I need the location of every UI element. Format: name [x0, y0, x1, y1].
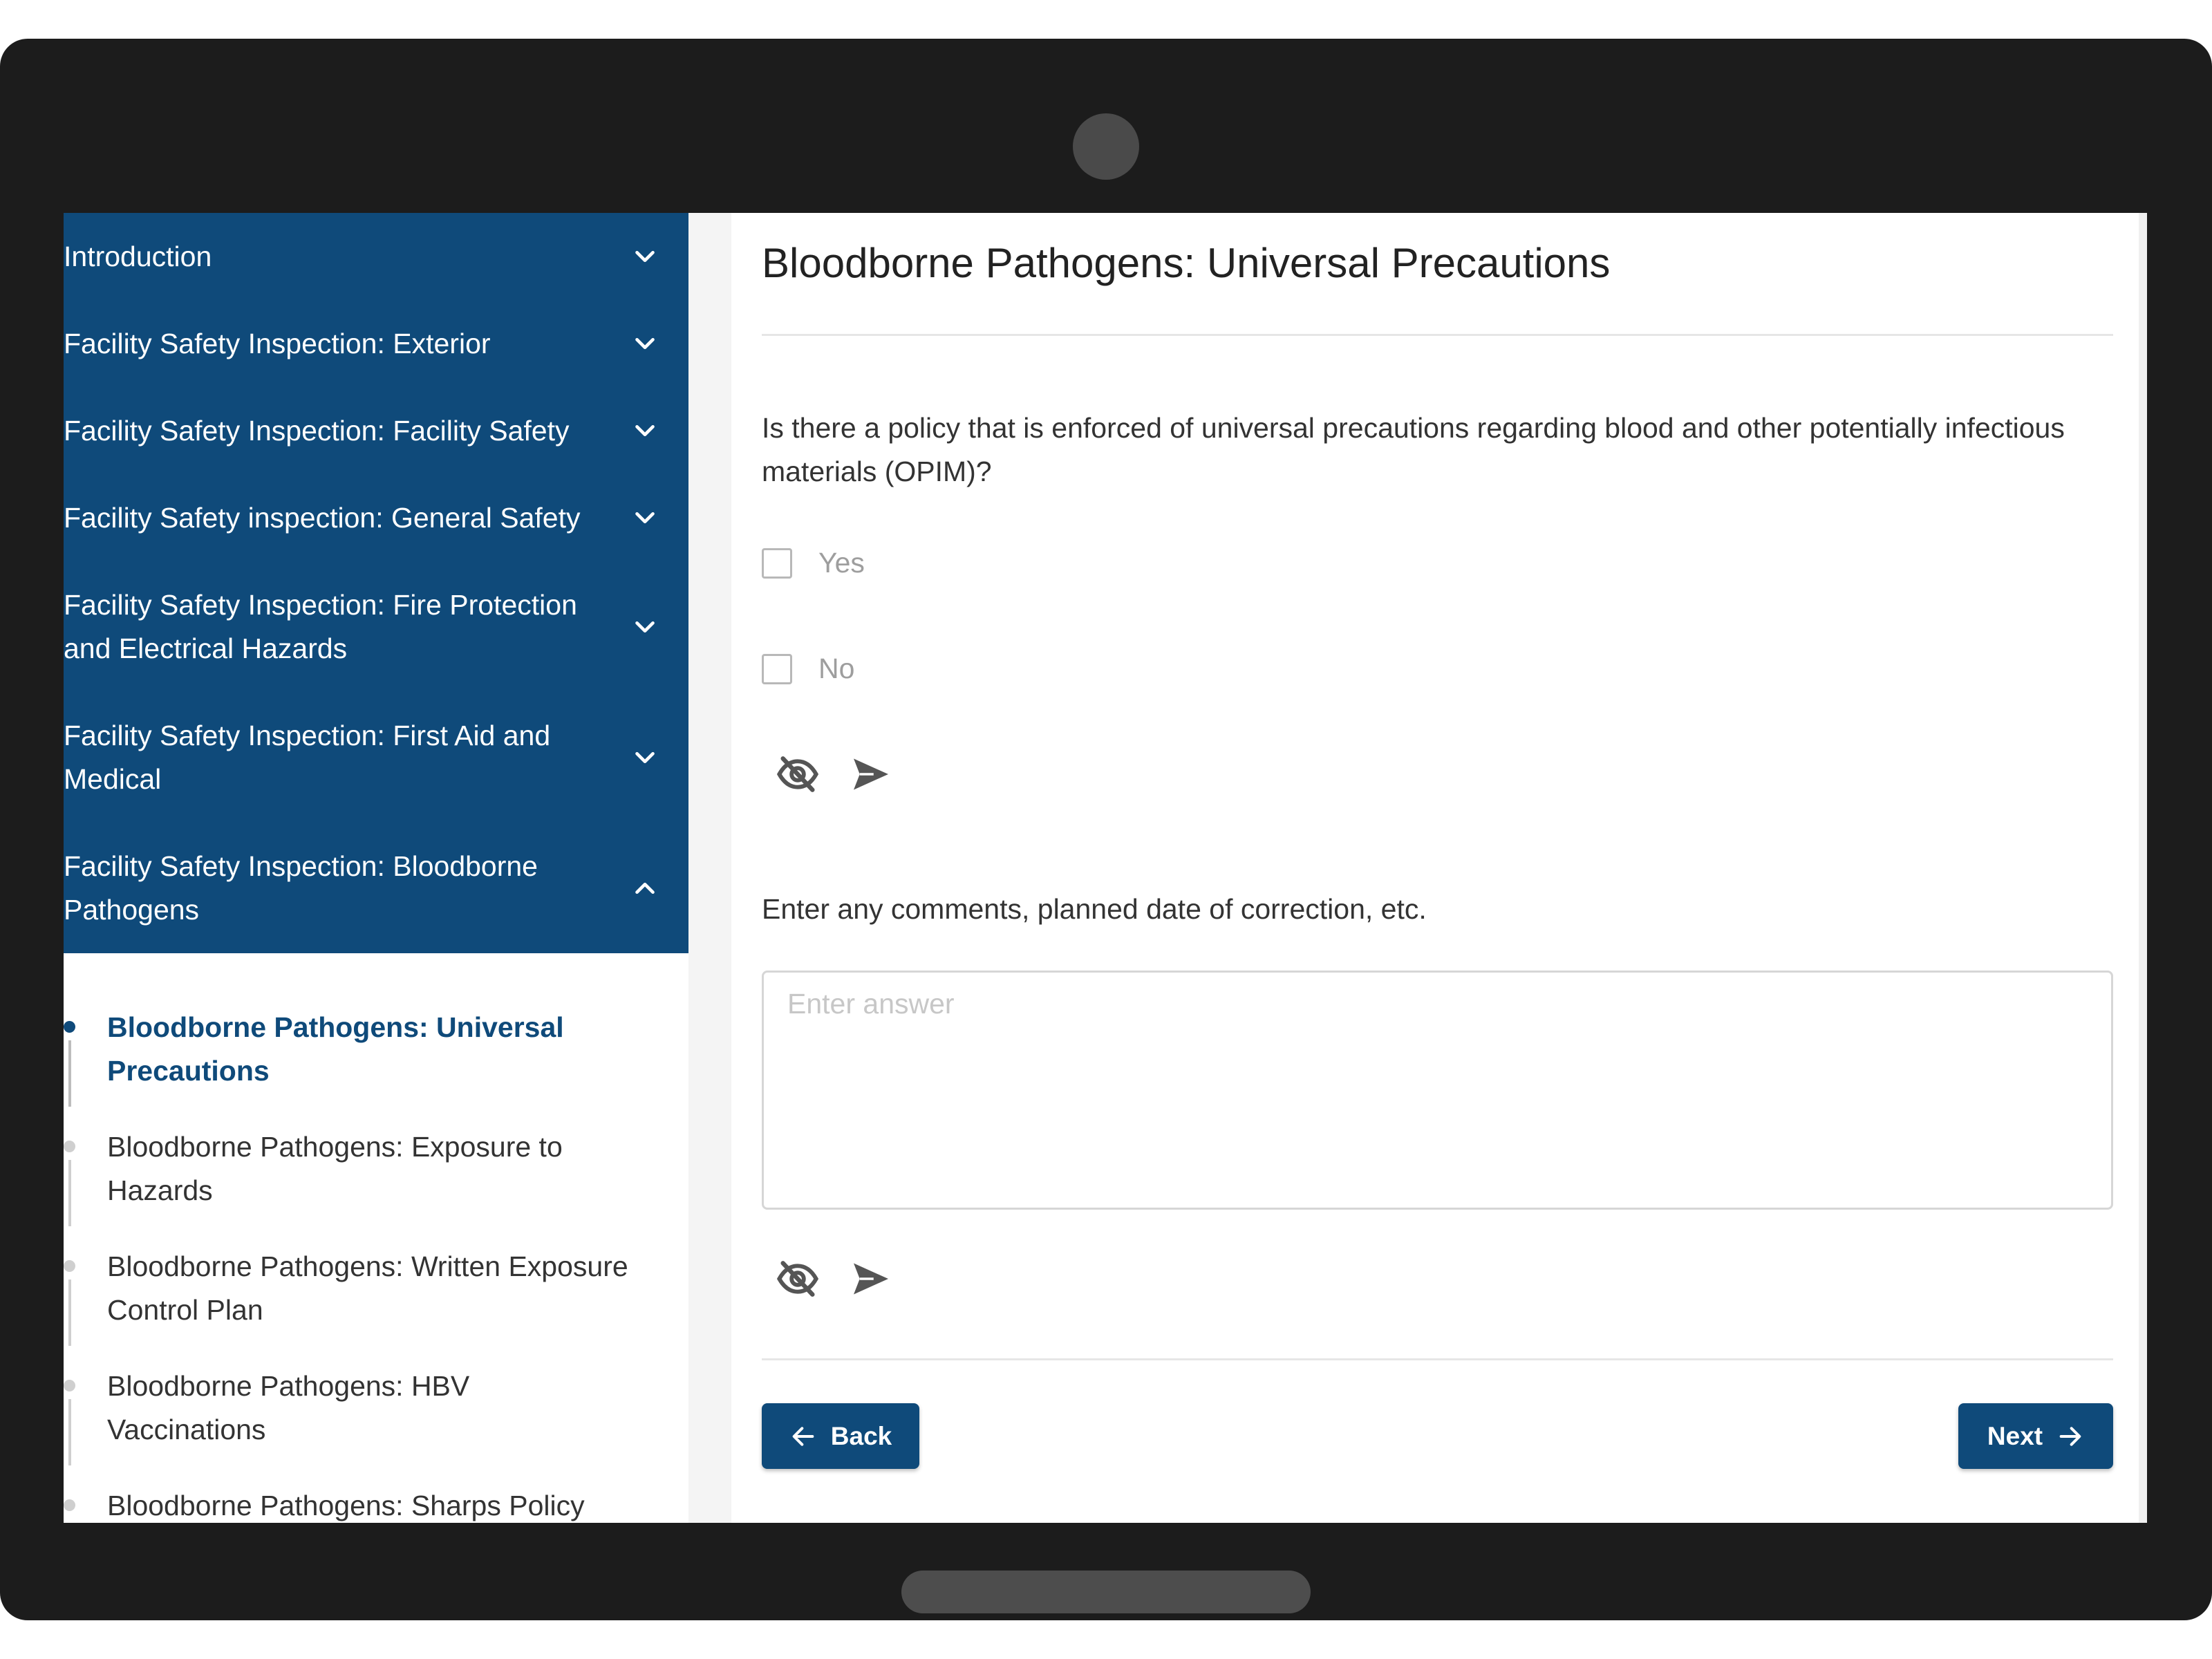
chevron-down-icon: [635, 621, 655, 632]
step-line: [68, 1399, 71, 1465]
step-dot: [64, 1021, 75, 1033]
next-button[interactable]: Next: [1958, 1403, 2113, 1469]
send-icon[interactable]: [850, 1258, 892, 1300]
back-button[interactable]: Back: [762, 1403, 919, 1469]
subitem-label: Bloodborne Pathogens: Universal Precauti…: [107, 1011, 564, 1087]
chevron-down-icon: [635, 751, 655, 763]
eye-off-icon[interactable]: [776, 1257, 820, 1301]
title-divider: [762, 334, 2113, 336]
option-yes[interactable]: Yes: [762, 547, 865, 579]
subitem-universal-precautions[interactable]: Bloodborne Pathogens: Universal Precauti…: [64, 1006, 688, 1125]
subitem-label: Bloodborne Pathogens: Written Exposure C…: [107, 1250, 628, 1326]
subitem-written-exposure-plan[interactable]: Bloodborne Pathogens: Written Exposure C…: [64, 1245, 688, 1365]
option-label: Yes: [818, 547, 865, 579]
option-label: No: [818, 653, 855, 684]
question-text: Is there a policy that is enforced of un…: [762, 412, 2065, 487]
sidebar: Introduction Facility Safety Inspection:…: [64, 213, 688, 1523]
page-title: Bloodborne Pathogens: Universal Precauti…: [762, 240, 1611, 286]
question-actions: [776, 752, 892, 796]
subitem-list: Bloodborne Pathogens: Universal Precauti…: [64, 953, 688, 1523]
section-list: Introduction Facility Safety Inspection:…: [64, 213, 688, 953]
subitem-sharps-policy[interactable]: Bloodborne Pathogens: Sharps Policy: [64, 1484, 688, 1523]
home-indicator: [901, 1571, 1311, 1613]
subitem-label: Bloodborne Pathogens: Exposure to Hazard…: [107, 1131, 563, 1206]
arrow-right-icon: [2059, 1426, 2081, 1446]
chevron-down-icon: [635, 337, 655, 350]
section-introduction[interactable]: Introduction: [64, 213, 688, 300]
screen: Introduction Facility Safety Inspection:…: [64, 213, 2147, 1523]
checkbox-yes[interactable]: [762, 547, 792, 579]
section-facility-safety[interactable]: Facility Safety Inspection: Facility Saf…: [64, 387, 688, 474]
subitem-label: Bloodborne Pathogens: Sharps Policy: [107, 1490, 585, 1521]
step-dot: [64, 1260, 75, 1272]
section-label: Facility Safety Inspection: First Aid an…: [64, 719, 551, 795]
section-first-aid[interactable]: Facility Safety Inspection: First Aid an…: [64, 692, 688, 823]
section-general-safety[interactable]: Facility Safety inspection: General Safe…: [64, 474, 688, 561]
step-line: [68, 1280, 71, 1346]
subitem-label: Bloodborne Pathogens: HBV Vaccinations: [107, 1370, 470, 1445]
step-line: [68, 1160, 71, 1226]
option-no[interactable]: No: [762, 653, 854, 685]
subitem-exposure-to-hazards[interactable]: Bloodborne Pathogens: Exposure to Hazard…: [64, 1125, 688, 1245]
section-fire-protection[interactable]: Facility Safety Inspection: Fire Protect…: [64, 561, 688, 692]
scrollbar-track[interactable]: [2139, 213, 2147, 1523]
checkbox-no[interactable]: [762, 653, 792, 684]
step-line: [68, 1040, 71, 1107]
section-exterior[interactable]: Facility Safety Inspection: Exterior: [64, 300, 688, 387]
section-bloodborne-pathogens[interactable]: Facility Safety Inspection: Bloodborne P…: [64, 823, 688, 953]
camera: [1073, 113, 1139, 180]
chevron-down-icon: [635, 424, 655, 437]
section-label: Facility Safety Inspection: Facility Saf…: [64, 414, 570, 447]
chevron-down-icon: [635, 250, 655, 263]
back-label: Back: [830, 1421, 892, 1450]
send-icon[interactable]: [850, 753, 892, 795]
next-label: Next: [1987, 1421, 2043, 1450]
section-label: Facility Safety inspection: General Safe…: [64, 501, 581, 534]
arrow-left-icon: [792, 1426, 814, 1446]
subitem-hbv-vaccinations[interactable]: Bloodborne Pathogens: HBV Vaccinations: [64, 1365, 688, 1484]
main-content: Bloodborne Pathogens: Universal Precauti…: [762, 213, 2113, 1523]
section-label: Introduction: [64, 240, 212, 272]
chevron-up-icon: [635, 882, 655, 894]
comment-actions: [776, 1257, 892, 1301]
eye-off-icon[interactable]: [776, 752, 820, 796]
step-dot: [64, 1380, 75, 1391]
section-label: Facility Safety Inspection: Bloodborne P…: [64, 850, 538, 926]
step-dot: [64, 1141, 75, 1152]
comment-label: Enter any comments, planned date of corr…: [762, 893, 1427, 925]
comment-textarea[interactable]: [762, 971, 2113, 1210]
footer-divider: [762, 1358, 2113, 1360]
step-dot: [64, 1499, 75, 1511]
section-label: Facility Safety Inspection: Fire Protect…: [64, 588, 577, 664]
sidebar-divider: [688, 213, 731, 1523]
section-label: Facility Safety Inspection: Exterior: [64, 327, 491, 359]
chevron-down-icon: [635, 512, 655, 524]
tablet-frame: Introduction Facility Safety Inspection:…: [0, 39, 2212, 1620]
